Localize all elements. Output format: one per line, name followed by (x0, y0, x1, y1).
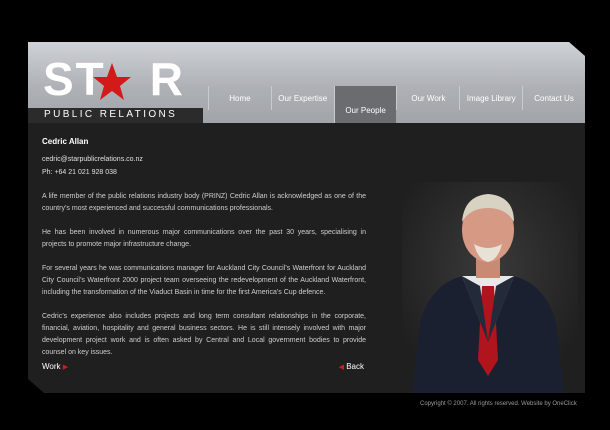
portrait-photo (402, 182, 578, 393)
bio-paragraph-1: A life member of the public relations in… (42, 193, 366, 212)
logo-text-r: R (149, 53, 186, 105)
copyright-text: Copyright © 2007. All rights reserved. W… (420, 401, 577, 407)
star-logo-icon (93, 63, 131, 100)
bio-paragraph-4: Cedric’s experience also includes projec… (42, 313, 366, 356)
bio-paragraph-2: He has been involved in numerous major c… (42, 229, 366, 248)
work-link[interactable]: Work ▶ (42, 362, 68, 371)
back-link[interactable]: ◀ Back (339, 362, 364, 371)
nav-image-library[interactable]: Image Library (459, 86, 522, 110)
main-nav: Home Our Expertise Our People Our Work I… (208, 86, 585, 123)
bio-paragraph-3: For several years he was communications … (42, 265, 366, 296)
profile-name: Cedric Allan (42, 137, 89, 146)
arrow-left-icon: ◀ (338, 364, 344, 371)
header: ST R PUBLIC RELATIONS Home Our Expertise … (28, 42, 585, 123)
profile-phone: Ph: +64 21 021 928 038 (42, 169, 117, 176)
nav-contact-us[interactable]: Contact Us (522, 86, 585, 110)
work-link-label: Work (42, 362, 61, 371)
profile-email[interactable]: cedric@starpublicrelations.co.nz (42, 153, 366, 166)
nav-our-work[interactable]: Our Work (396, 86, 459, 110)
nav-our-expertise[interactable]: Our Expertise (270, 86, 334, 110)
back-link-label: Back (346, 362, 364, 371)
nav-home[interactable]: Home (208, 86, 271, 110)
profile-content: Cedric Allan cedric@starpublicrelations.… (42, 136, 366, 359)
arrow-right-icon: ▶ (62, 364, 69, 371)
site-container: ST R PUBLIC RELATIONS Home Our Expertise … (28, 42, 585, 393)
brand-subtitle: PUBLIC RELATIONS (44, 109, 178, 120)
nav-our-people[interactable]: Our People (333, 86, 397, 123)
